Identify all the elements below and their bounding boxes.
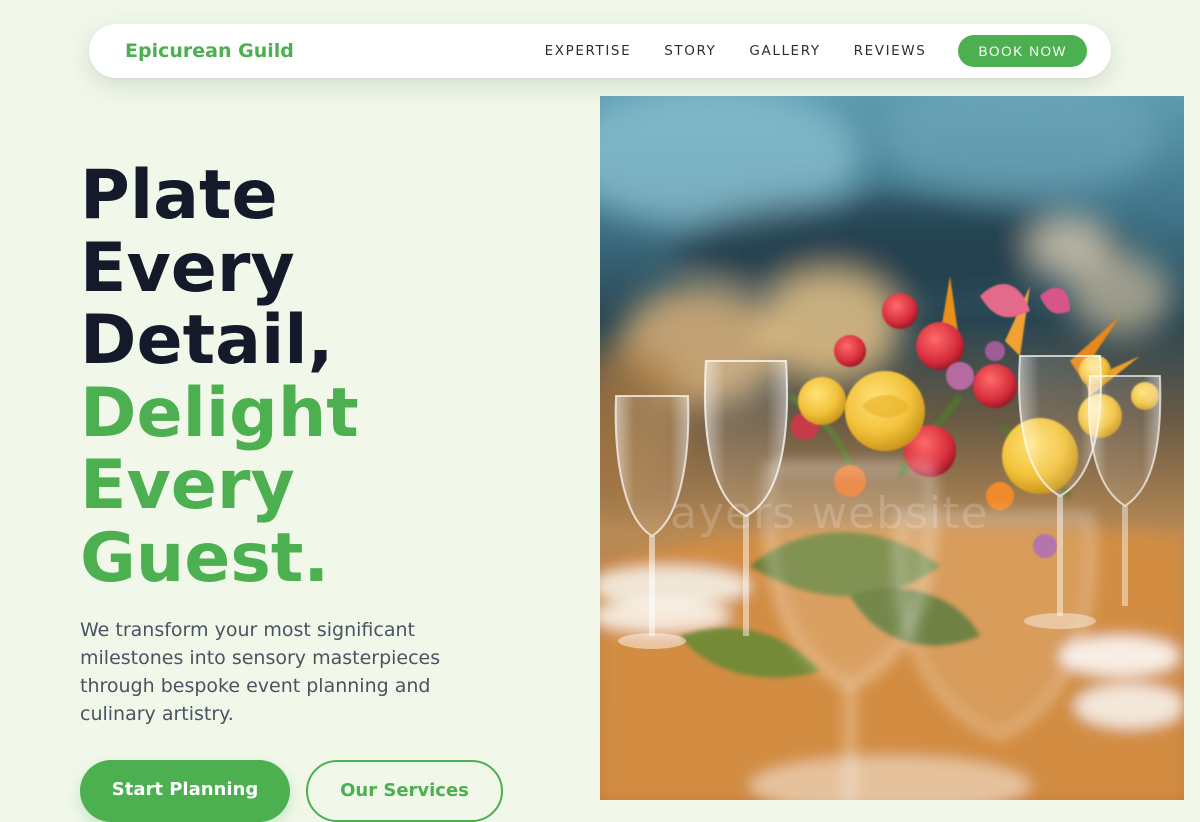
- navbar: Epicurean Guild EXPERTISE STORY GALLERY …: [89, 24, 1111, 78]
- nav-link-expertise[interactable]: EXPERTISE: [545, 43, 632, 59]
- hero-title-line: Plate: [80, 156, 278, 235]
- hero-title: Plate Every Detail, Delight Every Guest.: [80, 156, 560, 598]
- brand-logo[interactable]: Epicurean Guild: [125, 40, 294, 62]
- book-now-button[interactable]: BOOK NOW: [958, 35, 1087, 67]
- hero-image: ayers website: [600, 96, 1184, 800]
- start-planning-button[interactable]: Start Planning: [80, 760, 290, 822]
- hero-title-accent-line: Guest.: [80, 518, 330, 598]
- nav-link-reviews[interactable]: REVIEWS: [854, 43, 927, 59]
- hero-title-line: Detail,: [80, 301, 334, 380]
- hero-title-line: Every: [80, 228, 295, 308]
- nav-link-gallery[interactable]: GALLERY: [749, 43, 820, 59]
- our-services-button[interactable]: Our Services: [306, 760, 503, 822]
- nav-link-story[interactable]: STORY: [664, 43, 716, 59]
- hero-description: We transform your most significant miles…: [80, 619, 441, 725]
- hero-title-accent-line: Delight: [80, 373, 359, 453]
- nav-links: EXPERTISE STORY GALLERY REVIEWS: [545, 43, 927, 59]
- hero-title-accent-line: Every: [80, 446, 295, 525]
- table-scene-illustration: [600, 96, 1184, 800]
